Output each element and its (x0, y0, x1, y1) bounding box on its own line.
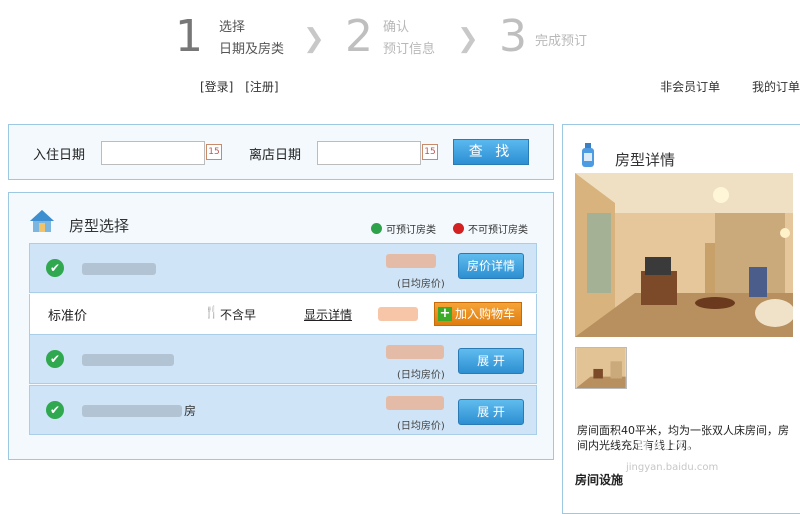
room-name-blurred (82, 405, 182, 417)
legend-available: 可预订房类 (371, 221, 436, 236)
standard-rate-row: 标准价 🍴 不含早 显示详情 + 加入购物车 (29, 294, 537, 334)
legend-available-label: 可预订房类 (386, 225, 436, 236)
rate-price-blurred (378, 307, 418, 321)
step-1-number: 1 (175, 11, 203, 62)
step-2-label-line2: 预订信息 (383, 42, 436, 57)
top-links: 非会员订单 我的订单 (632, 78, 800, 95)
date-search-panel: 入住日期 15 离店日期 15 查 找 (8, 124, 554, 180)
calendar-icon[interactable]: 15 (422, 144, 438, 160)
step-2-label-line1: 确认 (383, 20, 410, 35)
step-1-label-line2: 日期及房类 (219, 42, 285, 57)
room-detail-icon (582, 143, 594, 167)
room-price-blurred (386, 254, 436, 268)
check-circle-icon: ✔ (46, 401, 64, 419)
watermark: Baidu经验 (636, 436, 737, 457)
step-1-label-line1: 选择 (219, 20, 246, 35)
legend-unavailable: 不可预订房类 (453, 221, 528, 236)
check-circle-icon: ✔ (46, 259, 64, 277)
plus-icon: + (438, 306, 452, 321)
room-thumbnail[interactable] (575, 347, 627, 389)
check-circle-icon: ✔ (46, 350, 64, 368)
add-to-cart-label: 加入购物车 (455, 307, 516, 321)
show-details-link[interactable]: 显示详情 (304, 306, 352, 323)
login-link[interactable]: [登录] (200, 80, 233, 94)
room-row: ✔ (日均房价) 房价详情 (29, 243, 537, 293)
calendar-icon[interactable]: 15 (206, 144, 222, 160)
avg-price-label: (日均房价) (397, 421, 445, 432)
room-select-title: 房型选择 (69, 217, 130, 235)
auth-links: [登录] [注册] (200, 78, 287, 95)
room-name-suffix: 房 (184, 404, 197, 418)
checkin-label: 入住日期 (33, 148, 86, 163)
minus-circle-icon (453, 223, 464, 234)
checkout-date-input[interactable] (317, 141, 421, 165)
add-to-cart-button[interactable]: + 加入购物车 (434, 302, 523, 326)
checkout-label: 离店日期 (249, 148, 302, 163)
register-link[interactable]: [注册] (245, 80, 278, 94)
room-name-blurred (82, 263, 156, 275)
standard-rate-label: 标准价 (48, 309, 88, 324)
chevron-right-icon: ❯ (303, 24, 325, 54)
room-price-blurred (386, 345, 444, 359)
price-details-button[interactable]: 房价详情 (458, 253, 524, 279)
step-2-number: 2 (345, 11, 373, 62)
room-row: ✔ 房 (日均房价) 展 开 (29, 385, 537, 435)
step-3-number: 3 (499, 11, 527, 62)
checkin-date-input[interactable] (101, 141, 205, 165)
legend-unavailable-label: 不可预订房类 (468, 225, 528, 236)
breakfast-label: 不含早 (220, 308, 257, 322)
house-icon (30, 210, 54, 232)
expand-button[interactable]: 展 开 (458, 348, 524, 374)
room-name-blurred (82, 354, 174, 366)
avg-price-label: (日均房价) (397, 279, 445, 290)
search-button[interactable]: 查 找 (453, 139, 529, 165)
room-photo (575, 173, 793, 337)
room-detail-title: 房型详情 (615, 151, 676, 169)
expand-button[interactable]: 展 开 (458, 399, 524, 425)
room-price-blurred (386, 396, 444, 410)
non-member-orders-link[interactable]: 非会员订单 (660, 80, 720, 94)
step-3-label: 完成预订 (535, 34, 588, 49)
avg-price-label: (日均房价) (397, 370, 445, 381)
chevron-right-icon: ❯ (457, 24, 479, 54)
fork-knife-icon: 🍴 (204, 305, 219, 319)
check-circle-icon (371, 223, 382, 234)
room-select-panel: 房型选择 可预订房类 不可预订房类 ✔ (日均房价) 房价详情 标准价 🍴 不含… (8, 192, 554, 460)
my-orders-link[interactable]: 我的订单 (752, 80, 800, 94)
watermark-url: jingyan.baidu.com (626, 462, 719, 473)
room-facility-label: 房间设施 (575, 473, 624, 487)
room-row: ✔ (日均房价) 展 开 (29, 334, 537, 384)
